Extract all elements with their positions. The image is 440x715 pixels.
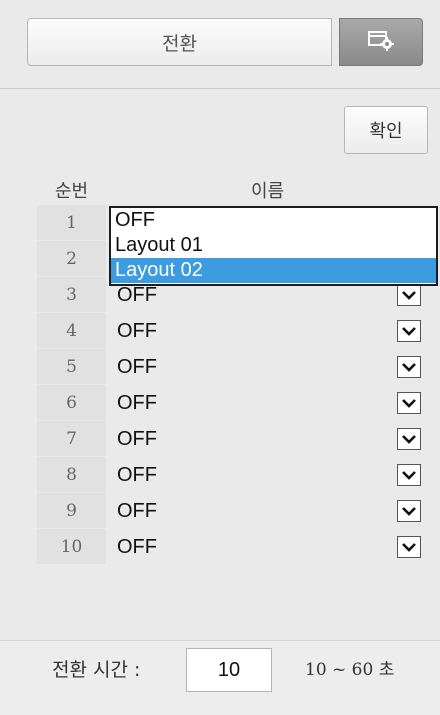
dropdown-option-layout-01[interactable]: Layout 01 xyxy=(111,233,436,258)
switch-time-label: 전환 시간 : xyxy=(52,659,141,681)
row-number: 5 xyxy=(37,349,106,385)
confirm-button[interactable]: 확인 xyxy=(344,106,428,154)
layout-select[interactable]: OFF xyxy=(106,385,429,421)
layout-select[interactable]: OFF xyxy=(106,457,429,493)
toolbar: 전환 xyxy=(0,0,440,89)
chevron-down-icon[interactable] xyxy=(397,392,421,414)
col-name-header: 이름 xyxy=(250,181,285,202)
layout-select[interactable]: OFF xyxy=(106,349,429,385)
chevron-down-icon[interactable] xyxy=(397,536,421,558)
layout-select[interactable]: OFF xyxy=(106,313,429,349)
layout-select-value: OFF xyxy=(117,500,157,522)
table-row: 5 OFF xyxy=(37,349,429,385)
layout-select-value: OFF xyxy=(117,320,157,342)
confirm-button-label: 확인 xyxy=(369,121,403,142)
layout-select-value: OFF xyxy=(117,464,157,486)
layout-select[interactable]: OFF xyxy=(106,421,429,457)
layout-select-value: OFF xyxy=(117,392,157,414)
switch-time-range: 10 ~ 60 초 xyxy=(305,660,395,680)
row-number: 6 xyxy=(37,385,106,421)
row-number: 2 xyxy=(37,241,106,277)
table-row: 8 OFF xyxy=(37,457,429,493)
table-row: 4 OFF xyxy=(37,313,429,349)
row-number: 8 xyxy=(37,457,106,493)
settings-window-icon xyxy=(367,29,395,55)
table-row: 7 OFF xyxy=(37,421,429,457)
switch-button[interactable]: 전환 xyxy=(27,18,332,66)
layout-select[interactable]: OFF xyxy=(106,493,429,529)
dropdown-option-off[interactable]: OFF xyxy=(111,208,436,233)
chevron-down-icon[interactable] xyxy=(397,284,421,306)
dropdown-option-layout-02[interactable]: Layout 02 xyxy=(111,258,436,283)
chevron-down-icon[interactable] xyxy=(397,356,421,378)
table-row: 10 OFF xyxy=(37,529,429,565)
chevron-down-icon[interactable] xyxy=(397,464,421,486)
table-header: 순번 이름 xyxy=(37,172,429,205)
table-row: 6 OFF xyxy=(37,385,429,421)
layout-select-value: OFF xyxy=(117,284,157,306)
row-number: 4 xyxy=(37,313,106,349)
chevron-down-icon[interactable] xyxy=(397,500,421,522)
row-number: 10 xyxy=(37,529,106,565)
row-number: 9 xyxy=(37,493,106,529)
footer: 전환 시간 : 10 ~ 60 초 xyxy=(0,640,440,715)
switch-button-label: 전환 xyxy=(162,32,197,55)
layout-select[interactable]: OFF xyxy=(106,529,429,565)
chevron-down-icon[interactable] xyxy=(397,428,421,450)
settings-button[interactable] xyxy=(339,18,423,66)
row-number: 1 xyxy=(37,205,106,241)
table-row: 9 OFF xyxy=(37,493,429,529)
row-number: 7 xyxy=(37,421,106,457)
layout-select-value: OFF xyxy=(117,428,157,450)
layout-dropdown-list[interactable]: OFF Layout 01 Layout 02 xyxy=(109,206,438,286)
layout-select-value: OFF xyxy=(117,356,157,378)
row-number: 3 xyxy=(37,277,106,313)
col-num-header: 순번 xyxy=(54,181,89,202)
switch-time-input[interactable] xyxy=(186,648,272,692)
chevron-down-icon[interactable] xyxy=(397,320,421,342)
layout-select-value: OFF xyxy=(117,536,157,558)
